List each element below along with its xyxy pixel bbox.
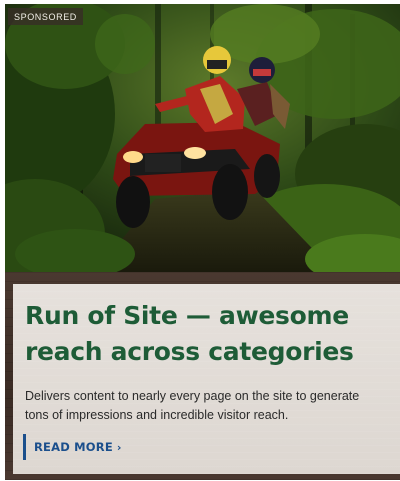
atv-forest-photo: [5, 4, 400, 272]
sponsored-card[interactable]: SPONSORED Run of Site — awesome reach ac…: [5, 4, 400, 480]
read-more-link[interactable]: READ MORE ›: [23, 434, 122, 460]
sponsored-badge: SPONSORED: [8, 8, 83, 25]
chevron-right-icon: ›: [116, 440, 122, 454]
headline[interactable]: Run of Site — awesome reach across categ…: [25, 298, 391, 370]
description: Delivers content to nearly every page on…: [25, 389, 360, 422]
hero-image[interactable]: SPONSORED: [5, 4, 400, 272]
read-more-label: READ MORE: [34, 440, 113, 454]
content-panel: Run of Site — awesome reach across categ…: [13, 284, 400, 474]
